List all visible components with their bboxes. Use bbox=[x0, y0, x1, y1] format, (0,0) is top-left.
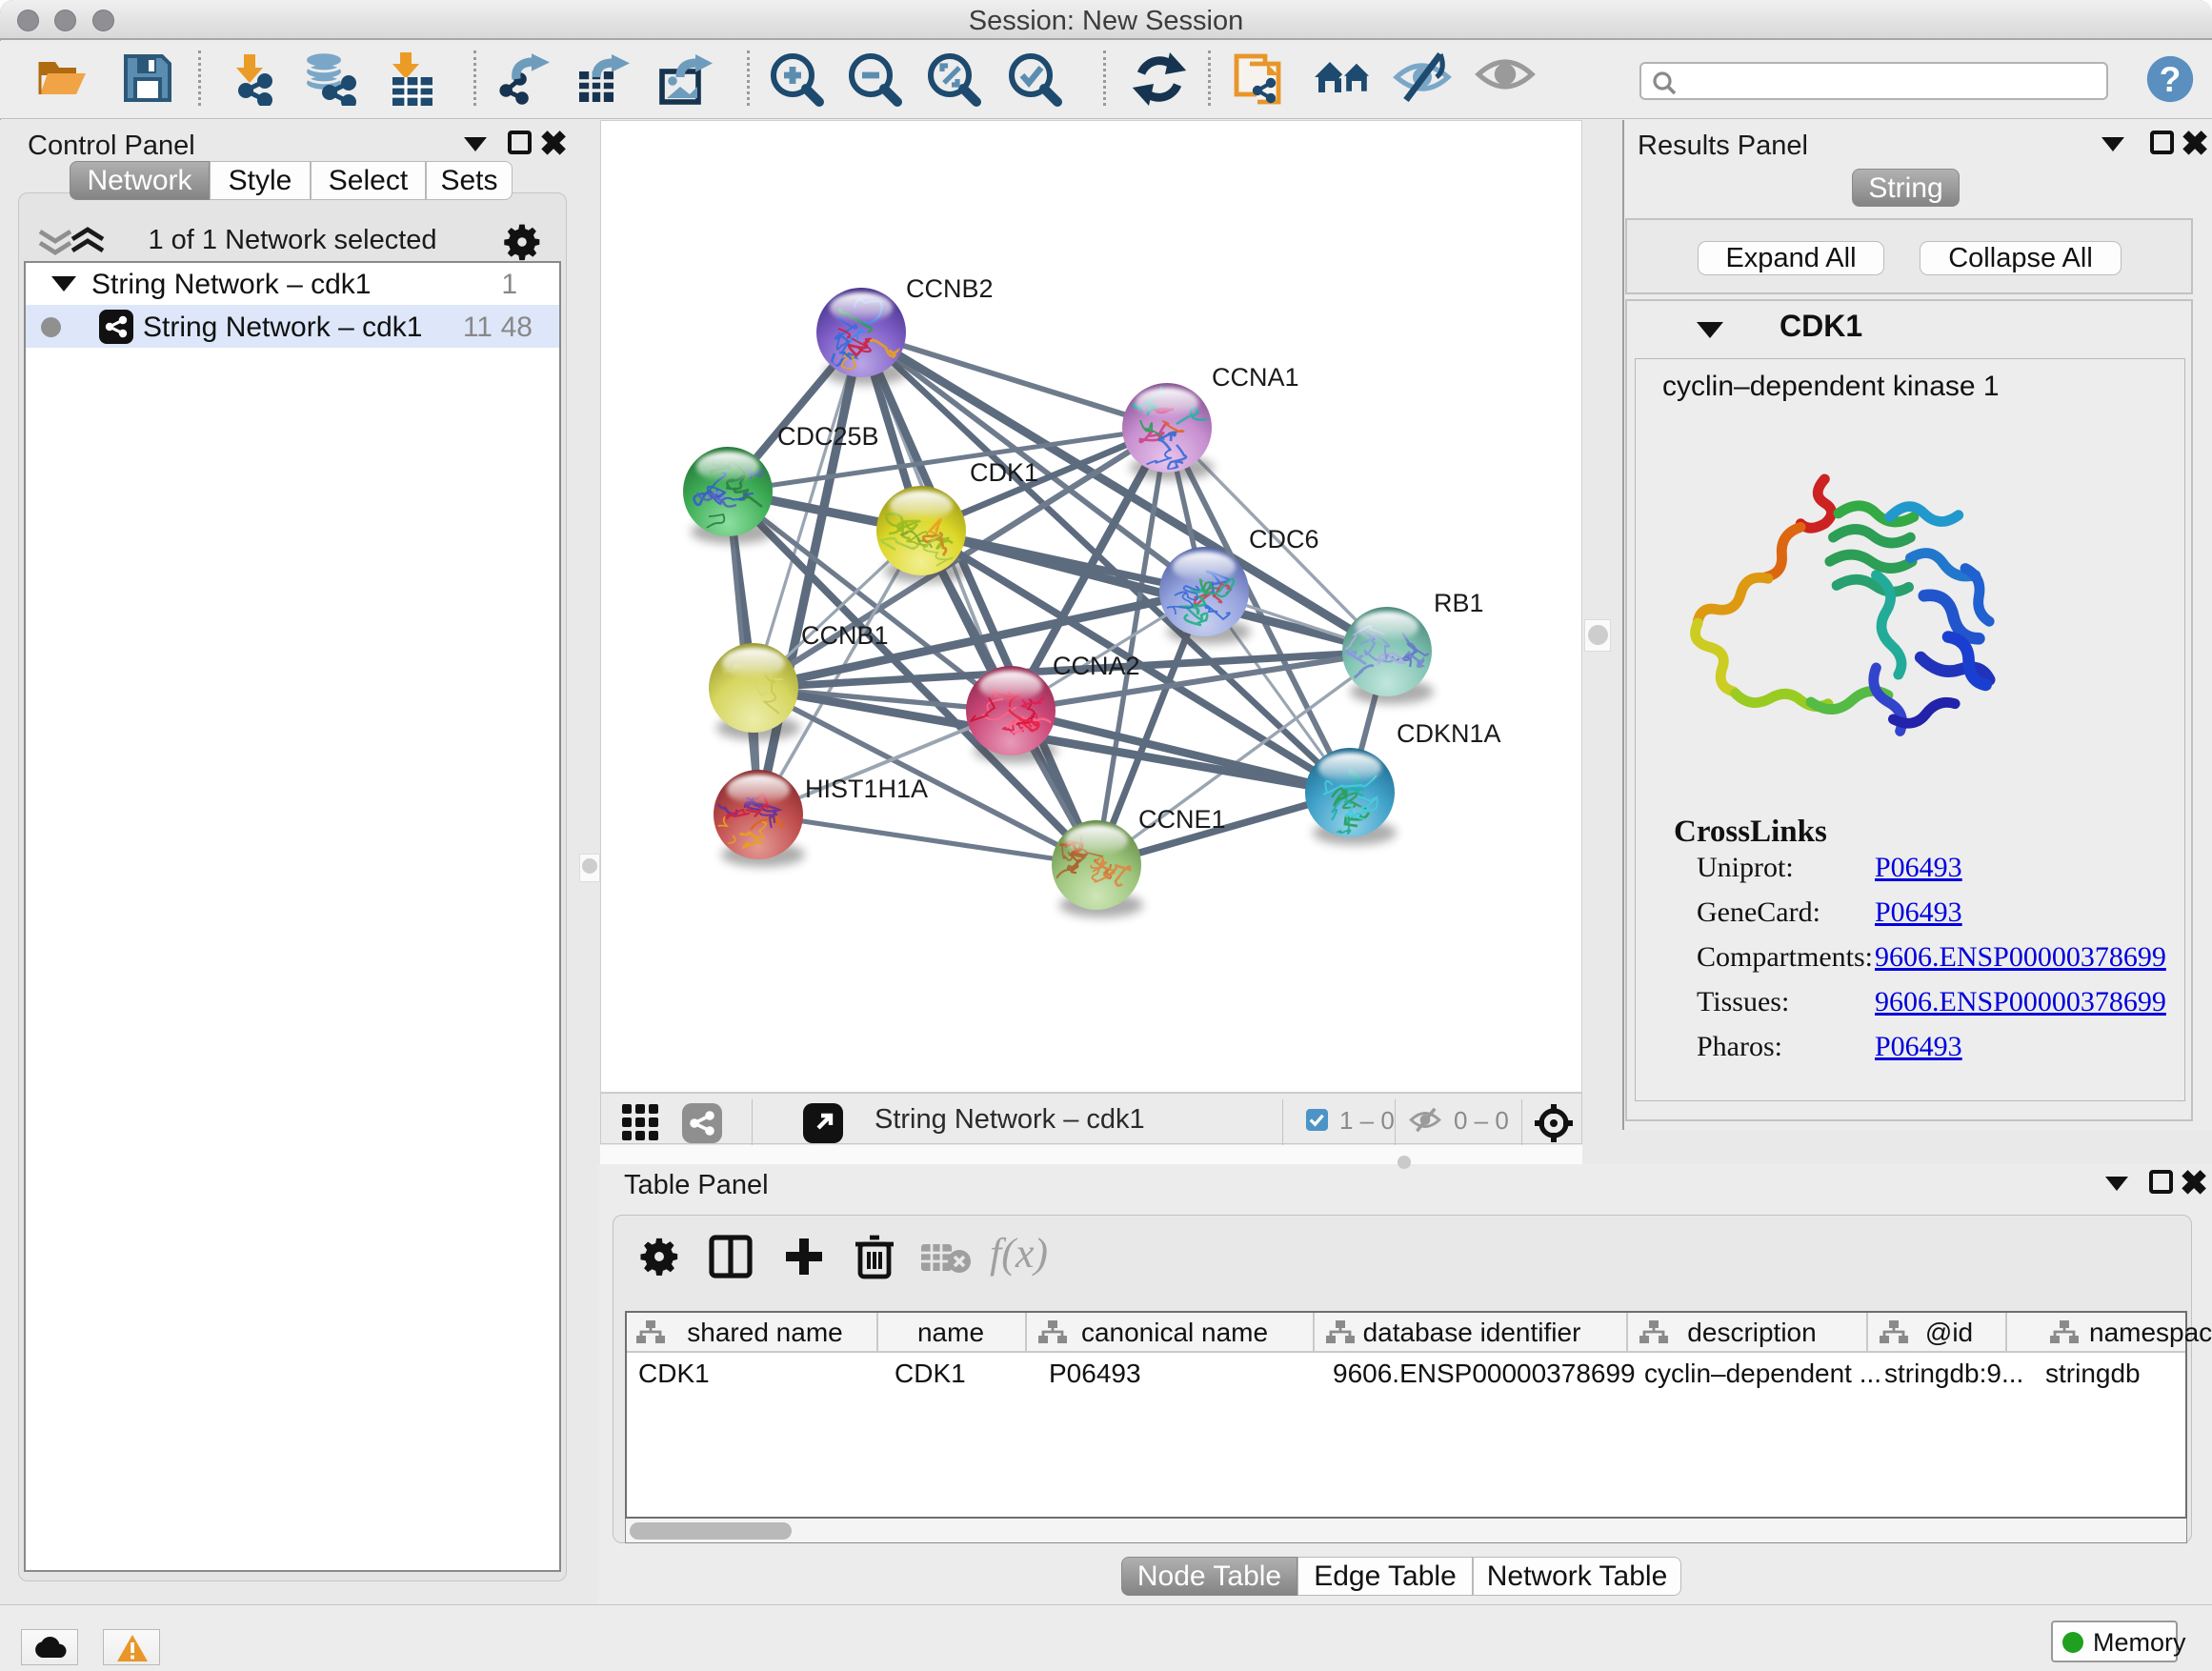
svg-text:CDK1: CDK1 bbox=[970, 458, 1038, 487]
svg-text:?: ? bbox=[2160, 59, 2182, 99]
svg-text:CCNA2: CCNA2 bbox=[1053, 652, 1140, 680]
svg-text:HIST1H1A: HIST1H1A bbox=[805, 775, 928, 803]
svg-text:CCNE1: CCNE1 bbox=[1138, 805, 1226, 834]
svg-text:CDC6: CDC6 bbox=[1249, 525, 1319, 554]
svg-text:CCNB2: CCNB2 bbox=[906, 274, 994, 303]
svg-text:CDKN1A: CDKN1A bbox=[1397, 719, 1501, 748]
svg-text:CCNB1: CCNB1 bbox=[801, 621, 889, 650]
svg-text:CCNA1: CCNA1 bbox=[1212, 363, 1299, 392]
svg-text:RB1: RB1 bbox=[1434, 589, 1484, 617]
svg-text:CDC25B: CDC25B bbox=[777, 422, 879, 451]
